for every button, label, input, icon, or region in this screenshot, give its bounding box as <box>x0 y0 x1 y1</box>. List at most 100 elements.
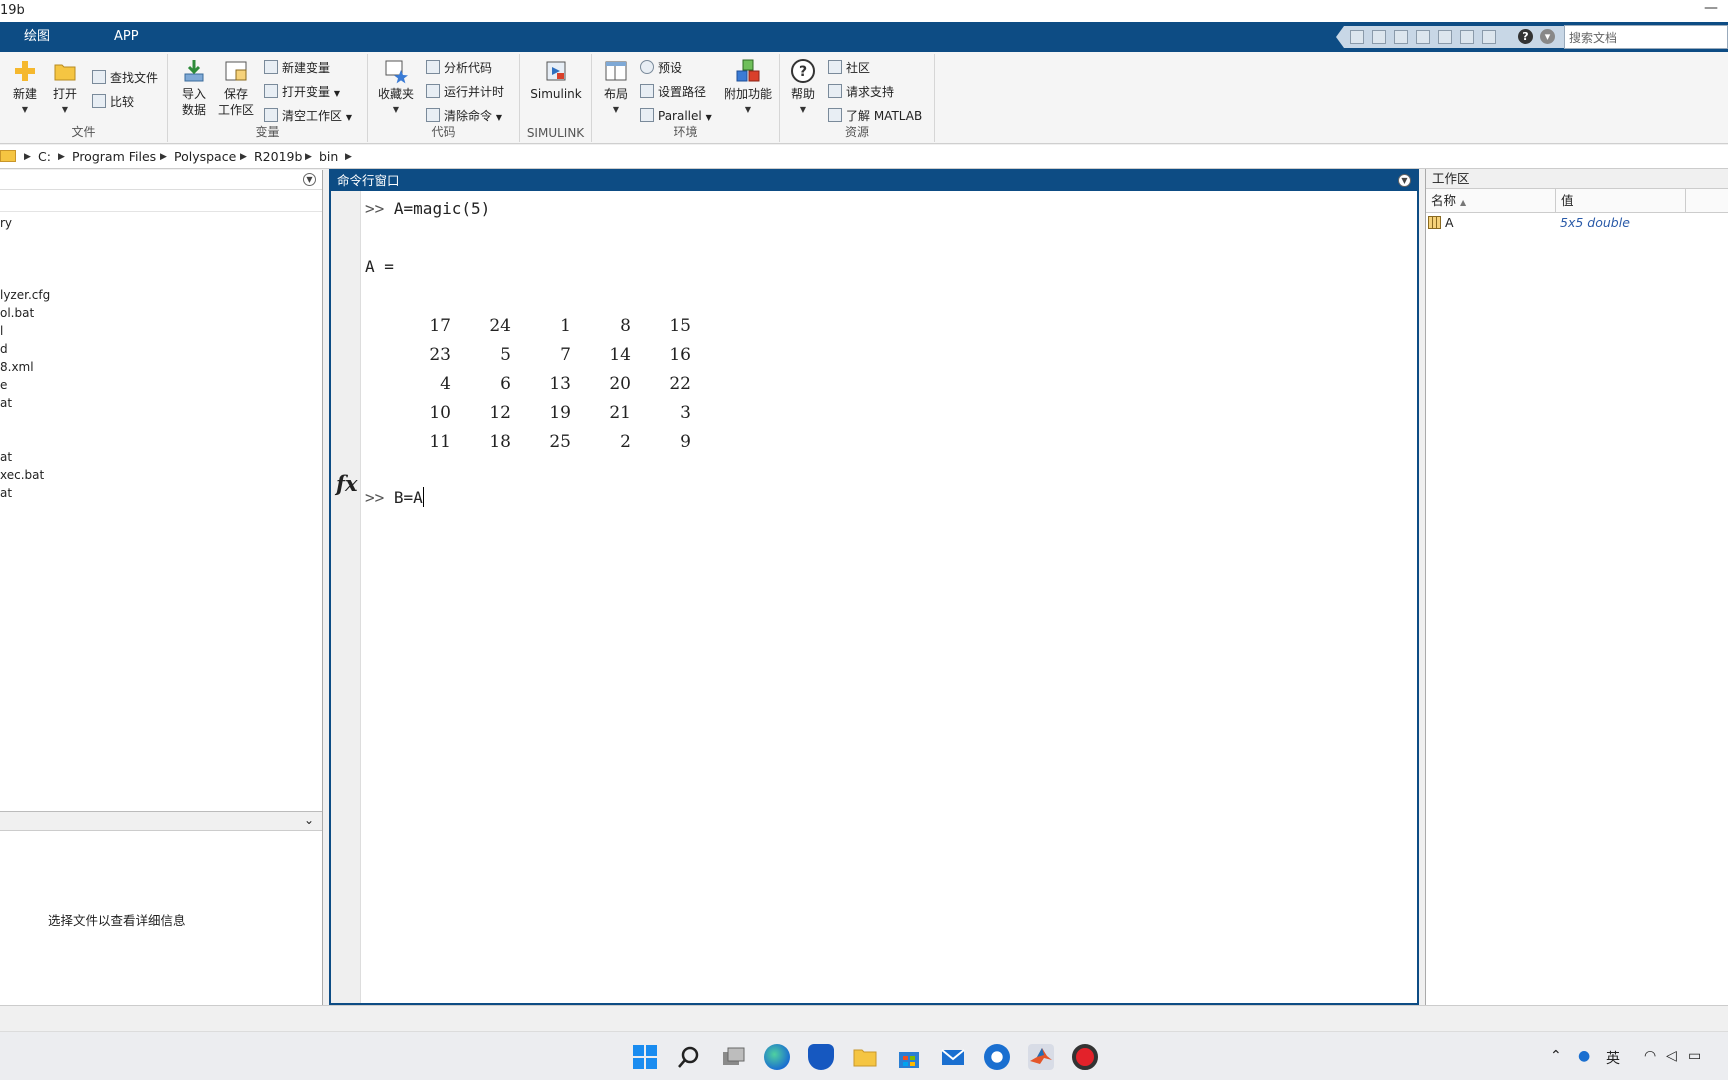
redo-icon[interactable] <box>1460 30 1474 44</box>
chevron-down-icon[interactable]: ▼ <box>1398 174 1411 187</box>
matrix-cell: 6 <box>500 373 511 394</box>
command-input[interactable]: >> B=A <box>365 487 424 507</box>
file-item[interactable]: e <box>0 378 7 392</box>
open-variable-button[interactable]: 打开变量 ▼ <box>264 82 340 102</box>
svg-text:?: ? <box>799 64 807 80</box>
volume-icon[interactable]: ◁ <box>1666 1048 1677 1064</box>
favorites-button[interactable]: 收藏夹 ▼ <box>376 58 416 118</box>
recorder-icon[interactable] <box>1072 1044 1098 1070</box>
chevron-right-icon: ▶ <box>24 152 31 162</box>
matlab-icon[interactable] <box>1028 1044 1054 1070</box>
import-data-button[interactable]: 导入 数据 <box>176 58 212 118</box>
current-folder-path-bar: ▶ C: ▶ Program Files ▶ Polyspace ▶ R2019… <box>0 145 1728 169</box>
workspace-column-headers: 名称 ▲ 值 <box>1426 189 1728 213</box>
chevron-up-icon[interactable]: ⌃ <box>1550 1048 1562 1064</box>
variable-name: A <box>1428 213 1454 233</box>
start-icon[interactable] <box>632 1044 658 1070</box>
minimize-button[interactable]: — <box>1704 0 1718 16</box>
run-and-time-button[interactable]: 运行并计时 <box>426 82 504 102</box>
column-header-name[interactable]: 名称 ▲ <box>1426 189 1556 213</box>
open-variable-icon <box>264 84 278 98</box>
matrix-cell: 23 <box>429 344 451 365</box>
chevron-down-icon: ▼ <box>345 113 352 122</box>
resources-group-label: 资源 <box>844 125 869 139</box>
search-icon[interactable] <box>676 1044 702 1070</box>
path-segment-bin[interactable]: bin <box>319 145 338 169</box>
workspace-variable-row[interactable]: A 5x5 double <box>1426 213 1728 233</box>
chevron-down-icon[interactable]: ⌄ <box>304 813 314 827</box>
microphone-icon[interactable]: ● <box>1578 1048 1590 1064</box>
ie-browser-icon[interactable] <box>984 1044 1010 1070</box>
current-folder-column-header[interactable] <box>0 190 322 212</box>
search-documentation-input[interactable]: 搜索文档 <box>1564 25 1728 49</box>
help-button[interactable]: ? 帮助 ▼ <box>788 58 818 118</box>
set-path-button[interactable]: 设置路径 <box>640 82 706 102</box>
file-item[interactable]: d <box>0 342 8 356</box>
file-item[interactable]: ry <box>0 216 12 230</box>
ime-indicator[interactable]: 英 <box>1606 1048 1620 1068</box>
file-item[interactable]: 8.xml <box>0 360 34 374</box>
battery-icon[interactable]: ▭ <box>1688 1048 1701 1064</box>
output-label: A = <box>365 257 394 276</box>
matrix-row: 4 6 13 20 22 <box>391 369 691 398</box>
cut-icon[interactable] <box>1372 30 1386 44</box>
compare-button[interactable]: 比较 <box>92 92 134 112</box>
copy-icon[interactable] <box>1394 30 1408 44</box>
environment-group-label: 环境 <box>673 125 698 139</box>
chevron-down-icon[interactable]: ▼ <box>303 173 316 186</box>
file-item[interactable]: l <box>0 324 3 338</box>
new-variable-button[interactable]: 新建变量 <box>264 58 330 78</box>
new-button[interactable]: 新建 ▼ <box>10 58 40 118</box>
command-window[interactable]: 命令行窗口 ▼ >> A=magic(5) A = 17 24 1 8 15 23 5 7 1… <box>329 169 1419 1005</box>
layout-button[interactable]: 布局 ▼ <box>600 58 632 118</box>
find-files-icon <box>92 70 106 84</box>
file-item[interactable]: at <box>0 396 12 410</box>
file-item[interactable]: xec.bat <box>0 468 44 482</box>
column-header-value[interactable]: 值 <box>1556 189 1686 213</box>
wifi-icon[interactable]: ◠ <box>1644 1048 1656 1064</box>
preferences-button[interactable]: 预设 <box>640 58 682 78</box>
tab-plots[interactable]: 绘图 <box>14 22 60 52</box>
file-item[interactable]: lyzer.cfg <box>0 288 50 302</box>
matrix-cell: 12 <box>489 402 511 423</box>
save-icon[interactable] <box>1350 30 1364 44</box>
path-segment-r2019b[interactable]: R2019b <box>254 145 302 169</box>
workspace-title: 工作区 <box>1426 169 1728 189</box>
request-support-button[interactable]: 请求支持 <box>828 82 894 102</box>
add-ons-button[interactable]: 附加功能 ▼ <box>722 58 774 118</box>
import-icon <box>184 60 204 82</box>
simulink-button[interactable]: Simulink <box>528 58 584 102</box>
task-view-icon[interactable] <box>720 1044 746 1070</box>
switch-windows-icon[interactable] <box>1482 30 1496 44</box>
run-and-time-icon <box>426 84 440 98</box>
help-icon[interactable]: ? <box>1518 29 1533 44</box>
paste-icon[interactable] <box>1416 30 1430 44</box>
file-item[interactable]: at <box>0 450 12 464</box>
path-segment-drive[interactable]: C: <box>38 145 51 169</box>
security-shield-icon[interactable] <box>808 1044 834 1070</box>
file-explorer-icon[interactable] <box>852 1044 878 1070</box>
open-button[interactable]: 打开 ▼ <box>50 58 80 118</box>
tab-apps[interactable]: APP <box>104 22 149 52</box>
store-icon[interactable] <box>896 1044 922 1070</box>
analyze-code-button[interactable]: 分析代码 <box>426 58 492 78</box>
clear-commands-icon <box>426 108 440 122</box>
variable-group: 导入 数据 保存 工作区 新建变量 打开变量 ▼ 清空工作区 ▼ 变量 <box>168 54 368 142</box>
matrix-cell: 18 <box>489 431 511 452</box>
file-item[interactable]: ol.bat <box>0 306 34 320</box>
function-browser-button[interactable]: fx <box>336 471 358 496</box>
undo-icon[interactable] <box>1438 30 1452 44</box>
matrix-cell: 13 <box>549 373 571 394</box>
matrix-cell: 4 <box>440 373 451 394</box>
path-segment-polyspace[interactable]: Polyspace <box>174 145 236 169</box>
mail-icon[interactable] <box>940 1044 966 1070</box>
save-workspace-button[interactable]: 保存 工作区 <box>216 58 256 118</box>
chevron-down-icon[interactable]: ▾ <box>1540 29 1555 44</box>
file-item[interactable]: at <box>0 486 12 500</box>
edge-browser-icon[interactable] <box>764 1044 790 1070</box>
parallel-icon <box>640 108 654 122</box>
community-button[interactable]: 社区 <box>828 58 870 78</box>
find-files-button[interactable]: 查找文件 <box>92 68 158 88</box>
path-segment-program-files[interactable]: Program Files <box>72 145 156 169</box>
matrix-cell: 17 <box>429 315 451 336</box>
